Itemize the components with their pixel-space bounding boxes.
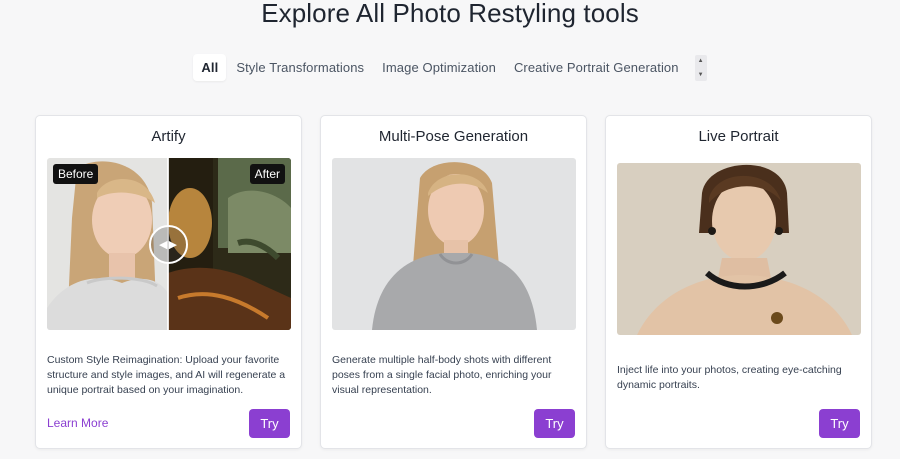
card-title: Live Portrait <box>698 128 779 145</box>
page-title: Explore All Photo Restyling tools <box>261 0 639 28</box>
tabs-scroll-control[interactable]: ▲ ▼ <box>694 54 707 81</box>
card-title: Artify <box>151 128 186 145</box>
scroll-down-icon[interactable]: ▼ <box>698 72 704 78</box>
card-multi-pose-generation: Multi-Pose Generation Generate multiple … <box>320 115 587 449</box>
try-button[interactable]: Try <box>819 409 860 438</box>
tab-style-transformations[interactable]: Style Transformations <box>228 54 372 81</box>
after-badge: After <box>249 164 285 184</box>
try-button[interactable]: Try <box>249 409 290 438</box>
card-image <box>617 163 861 335</box>
card-title: Multi-Pose Generation <box>378 128 529 145</box>
card-description: Generate multiple half-body shots with d… <box>332 354 552 396</box>
comparison-slider-handle[interactable]: ◀▶ <box>149 225 188 264</box>
tab-all[interactable]: All <box>193 54 227 81</box>
before-badge: Before <box>53 164 99 184</box>
card-description: Inject life into your photos, creating e… <box>617 364 842 391</box>
card-image <box>332 158 576 330</box>
tool-cards: Artify ◀▶ Before After Custom Style Reim… <box>35 115 872 449</box>
tab-image-optimization[interactable]: Image Optimization <box>374 54 504 81</box>
page: Explore All Photo Restyling tools All St… <box>0 0 900 459</box>
category-tabs: All Style Transformations Image Optimiza… <box>0 54 900 81</box>
woman-portrait-image <box>332 158 576 330</box>
scroll-up-icon[interactable]: ▲ <box>698 58 704 64</box>
before-after-image: ◀▶ Before After <box>47 158 291 330</box>
drag-arrows-icon: ◀▶ <box>159 239 178 251</box>
try-button[interactable]: Try <box>534 409 575 438</box>
tab-creative-portrait-generation[interactable]: Creative Portrait Generation <box>506 54 687 81</box>
classical-portrait-image <box>617 163 861 335</box>
card-artify: Artify ◀▶ Before After Custom Style Reim… <box>35 115 302 449</box>
card-live-portrait: Live Portrait Inject life into your phot… <box>605 115 872 449</box>
card-description: Custom Style Reimagination: Upload your … <box>47 354 286 396</box>
learn-more-link[interactable]: Learn More <box>47 416 108 430</box>
